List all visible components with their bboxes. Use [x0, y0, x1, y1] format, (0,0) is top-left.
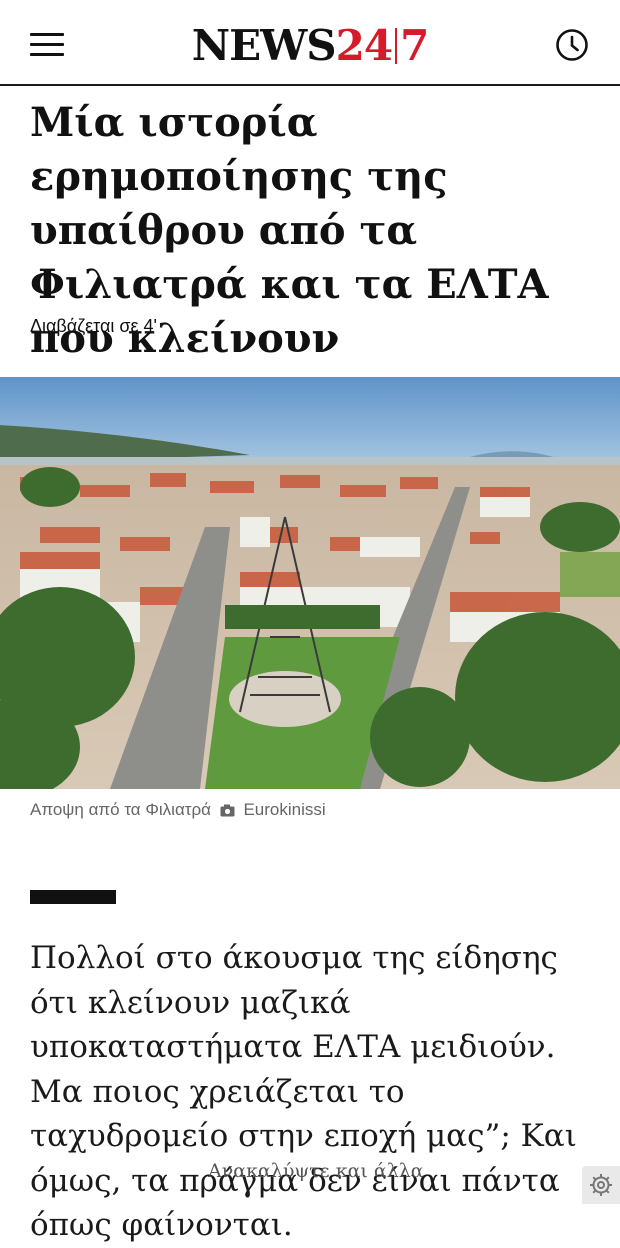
- caption-text: Αποψη από τα Φιλιατρά: [30, 800, 211, 819]
- clock-icon: [556, 29, 588, 61]
- logo-text-7: 7: [400, 21, 429, 70]
- camera-icon: [220, 804, 235, 817]
- gear-icon: [590, 1174, 612, 1196]
- article-lead: Πολλοί στο άκουσμα της είδησης ότι κλείν…: [30, 940, 577, 1243]
- logo-divider: [395, 28, 398, 64]
- discover-more-link[interactable]: Ανακαλύψτε και άλλα: [208, 1160, 424, 1182]
- history-button[interactable]: [555, 28, 589, 62]
- site-logo[interactable]: NEWS24 7: [0, 22, 620, 70]
- site-header: NEWS24 7: [0, 0, 620, 86]
- hero-image[interactable]: [0, 377, 620, 789]
- logo-text-24: 24: [335, 21, 393, 70]
- photo-credit: Eurokinissi: [243, 800, 326, 819]
- header-divider: [0, 84, 620, 86]
- image-caption: Αποψη από τα Φιλιατρά Eurokinissi: [30, 800, 326, 820]
- settings-button[interactable]: [582, 1166, 620, 1204]
- section-divider: [30, 890, 116, 904]
- logo-text-news: NEWS: [191, 21, 337, 70]
- read-time: Διαβάζεται σε 4': [30, 316, 157, 336]
